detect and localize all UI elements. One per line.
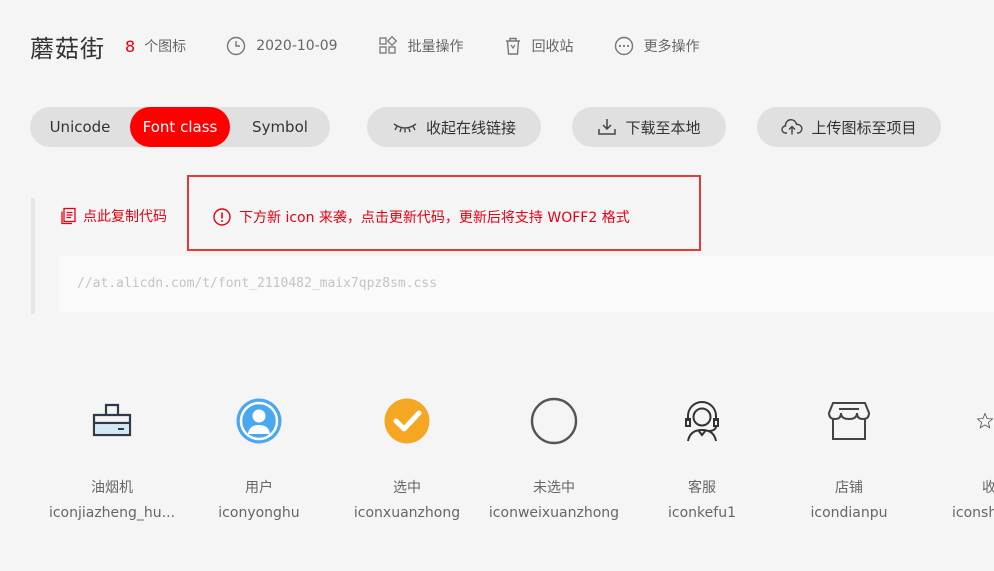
- format-tabs: Unicode Font class Symbol: [30, 107, 330, 147]
- range-hood-icon: [92, 403, 132, 437]
- icon-code: iconyonghu: [218, 505, 300, 521]
- user-icon: [236, 398, 282, 444]
- icon-count: 8: [125, 36, 136, 56]
- upload-label: 上传图标至项目: [811, 118, 917, 137]
- icon-grid: 油烟机 iconjiazheng_hu... 用户 iconyonghu 选中 …: [0, 388, 994, 548]
- icon-code: icondianpu: [810, 505, 888, 521]
- icon-count-label: 个图标: [144, 39, 187, 55]
- icon-name: 客服: [688, 480, 716, 496]
- date-meta: 2020-10-09: [226, 36, 338, 56]
- recycle-bin-label: 回收站: [531, 39, 574, 55]
- code-panel: 点此复制代码 下方新 icon 来袭，点击更新代码，更新后将支持 WOFF2 格…: [31, 175, 994, 314]
- icon-card-range-hood[interactable]: 油烟机 iconjiazheng_hu...: [38, 388, 186, 521]
- icon-code: iconxuanzhong: [353, 505, 461, 521]
- icon-name: 用户: [245, 480, 273, 496]
- star-icon: [976, 412, 994, 429]
- collapse-link-button[interactable]: 收起在线链接: [367, 107, 541, 147]
- batch-ops-button[interactable]: 批量操作: [378, 36, 464, 56]
- unchecked-icon: [530, 397, 578, 445]
- recycle-bin-button[interactable]: 回收站: [504, 36, 574, 56]
- tab-symbol[interactable]: Symbol: [230, 107, 330, 147]
- download-button[interactable]: 下载至本地: [572, 107, 726, 147]
- project-header: 蘑菇街 8 个图标 2020-10-09 批量操作 回收站 更多操作: [30, 26, 700, 66]
- tab-font-class[interactable]: Font class: [130, 107, 230, 147]
- batch-ops-label: 批量操作: [407, 39, 464, 55]
- trash-icon: [505, 37, 520, 55]
- icon-card-star[interactable]: 收 iconsh: [922, 388, 994, 521]
- copy-code-label: 点此复制代码: [83, 209, 167, 225]
- shop-icon: [827, 402, 871, 440]
- icon-code: iconsh: [952, 505, 994, 521]
- cloud-upload-icon: [781, 119, 803, 135]
- update-notice-link[interactable]: 下方新 icon 来袭，点击更新代码，更新后将支持 WOFF2 格式: [213, 207, 630, 227]
- collapse-link-label: 收起在线链接: [425, 118, 516, 137]
- more-ops-label: 更多操作: [643, 39, 700, 55]
- upload-button[interactable]: 上传图标至项目: [757, 107, 941, 147]
- icon-name: 收: [982, 480, 994, 496]
- clock-icon: [226, 36, 246, 56]
- customer-service-icon: [685, 401, 719, 442]
- css-url-box[interactable]: //at.alicdn.com/t/font_2110482_maix7qpz8…: [59, 256, 994, 312]
- more-ops-button[interactable]: 更多操作: [614, 36, 700, 56]
- update-notice-text: 下方新 icon 来袭，点击更新代码，更新后将支持 WOFF2 格式: [239, 210, 630, 226]
- date-text: 2020-10-09: [256, 38, 338, 54]
- icon-code: iconjiazheng_hu...: [48, 505, 176, 521]
- copy-icon: [61, 207, 76, 225]
- icon-card-shop[interactable]: 店铺 icondianpu: [775, 388, 923, 521]
- project-name: 蘑菇街: [30, 34, 105, 63]
- icon-name: 油烟机: [91, 480, 133, 496]
- icon-name: 店铺: [835, 480, 863, 496]
- checked-icon: [384, 398, 430, 444]
- more-icon: [614, 36, 633, 56]
- css-url-text[interactable]: //at.alicdn.com/t/font_2110482_maix7qpz8…: [77, 276, 437, 291]
- copy-code-button[interactable]: 点此复制代码: [59, 206, 167, 226]
- icon-card-checked[interactable]: 选中 iconxuanzhong: [333, 388, 481, 521]
- tab-unicode[interactable]: Unicode: [30, 107, 130, 147]
- icon-code: iconkefu1: [668, 505, 736, 521]
- icon-card-customer-service[interactable]: 客服 iconkefu1: [628, 388, 776, 521]
- icon-name: 选中: [393, 480, 421, 496]
- icon-card-unchecked[interactable]: 未选中 iconweixuanzhong: [480, 388, 628, 521]
- grid-icon: [378, 36, 397, 54]
- icon-card-user[interactable]: 用户 iconyonghu: [185, 388, 333, 521]
- eye-closed-icon: [393, 123, 417, 133]
- warning-icon: [213, 208, 231, 226]
- toolbar: Unicode Font class Symbol 收起在线链接 下载至本地 上…: [30, 107, 941, 147]
- icon-name: 未选中: [533, 480, 575, 496]
- icon-code: iconweixuanzhong: [488, 505, 620, 521]
- download-label: 下载至本地: [625, 118, 701, 137]
- download-icon: [598, 119, 617, 135]
- update-notice: 下方新 icon 来袭，点击更新代码，更新后将支持 WOFF2 格式: [187, 175, 701, 251]
